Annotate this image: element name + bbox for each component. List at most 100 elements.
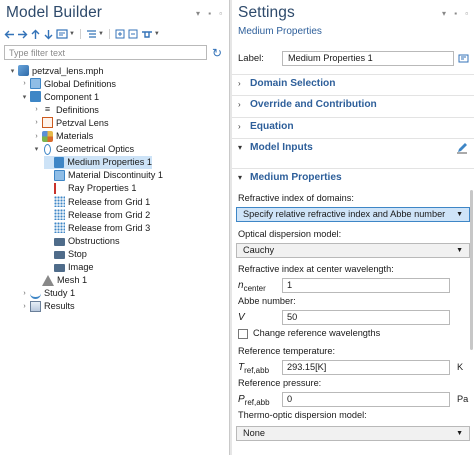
- tree-item[interactable]: Release from Grid 2: [44, 208, 150, 221]
- ref-pressure-caption: Reference pressure:: [238, 378, 322, 388]
- t-ref-unit: K: [457, 362, 464, 372]
- select-value: Specify relative refractive index and Ab…: [243, 209, 446, 219]
- label-field[interactable]: Medium Properties 1: [282, 51, 454, 66]
- tree-item-label: Results: [44, 301, 75, 312]
- tree-item-label: Materials: [56, 131, 94, 141]
- chevron-down-icon[interactable]: ▾: [20, 93, 29, 101]
- tree-item-label: Release from Grid 1: [68, 196, 151, 207]
- chevron-down-icon: ▾: [238, 173, 243, 182]
- n-center-input[interactable]: 1: [282, 278, 450, 293]
- model-builder-title: Model Builder: [6, 4, 103, 21]
- ref-temperature-caption: Reference temperature:: [238, 346, 336, 356]
- thermo-optic-caption: Thermo-optic dispersion model:: [238, 410, 367, 420]
- tree-item-label: petzval_lens.mph: [32, 65, 104, 76]
- geometrical-optics-icon: [44, 143, 51, 155]
- t-ref-input[interactable]: 293.15[K]: [282, 360, 450, 375]
- tree-item-label: Component 1: [44, 91, 100, 102]
- refractive-index-caption: Refractive index of domains:: [238, 193, 354, 203]
- tree-item[interactable]: › Materials: [32, 130, 93, 143]
- tree-item[interactable]: ▾ petzval_lens.mph: [8, 64, 104, 77]
- section-model-inputs[interactable]: ▾ Model Inputs: [232, 138, 474, 156]
- n-center-symbol: ncenter: [238, 280, 266, 293]
- tree-item-label: Geometrical Optics: [56, 144, 135, 155]
- settings-window-controls[interactable]: ▾ ▪ ▫: [442, 9, 471, 18]
- definitions-icon: ≡: [44, 104, 51, 115]
- chevron-right-icon[interactable]: ›: [20, 303, 29, 310]
- thermo-optic-select[interactable]: None ▼: [236, 426, 470, 441]
- tree-item[interactable]: › Petzval Lens: [32, 116, 109, 129]
- collapse-icon[interactable]: ▼: [86, 28, 104, 41]
- chevron-down-icon[interactable]: ▾: [32, 145, 41, 153]
- tree-item[interactable]: Image: [44, 261, 94, 274]
- section-title: Medium Properties: [250, 172, 342, 183]
- section-equation[interactable]: › Equation: [232, 117, 474, 135]
- expand-all-icon[interactable]: [115, 28, 126, 41]
- results-icon: [30, 300, 41, 312]
- section-title: Override and Contribution: [250, 99, 377, 110]
- abbe-input[interactable]: 50: [282, 310, 450, 325]
- show-icon[interactable]: ▼: [56, 28, 75, 41]
- release-grid-icon: [54, 196, 65, 207]
- tree-item[interactable]: Release from Grid 1: [44, 195, 150, 208]
- tree-filter-input[interactable]: Type filter text: [4, 45, 207, 60]
- tree-item[interactable]: Ray Properties 1: [44, 182, 136, 195]
- tree-item[interactable]: Stop: [44, 247, 87, 260]
- chevron-right-icon[interactable]: ›: [20, 290, 29, 297]
- section-override-contribution[interactable]: › Override and Contribution: [232, 95, 474, 113]
- medium-properties-icon: [53, 156, 65, 168]
- collapse-all-icon[interactable]: [128, 28, 139, 41]
- chevron-right-icon[interactable]: ›: [32, 133, 41, 140]
- chevron-right-icon[interactable]: ›: [32, 119, 41, 126]
- obstruction-icon: [54, 237, 65, 246]
- tree-item[interactable]: › ≡ Definitions: [32, 103, 99, 116]
- section-domain-selection[interactable]: › Domain Selection: [232, 74, 474, 92]
- tree-item-label: Release from Grid 2: [68, 209, 151, 220]
- back-arrow-icon[interactable]: [4, 28, 15, 41]
- dispersion-select[interactable]: Cauchy ▼: [236, 243, 470, 258]
- tree-item[interactable]: ▾ Component 1: [20, 90, 99, 103]
- chevron-right-icon[interactable]: ›: [32, 106, 41, 113]
- move-down-icon[interactable]: [43, 28, 54, 41]
- tree-item-label: Ray Properties 1: [68, 183, 137, 194]
- model-builder-panel: Model Builder ▾ ▪ ▫ ▼ ▼ ▼ Type filter te…: [0, 0, 230, 455]
- geometry-icon: [42, 117, 53, 129]
- select-value: None: [243, 428, 265, 438]
- ray-properties-icon: [54, 182, 65, 194]
- tree-item[interactable]: › Study 1: [20, 287, 75, 300]
- tree-item[interactable]: ▾ Geometrical Optics: [32, 143, 134, 156]
- refractive-index-select[interactable]: Specify relative refractive index and Ab…: [236, 207, 470, 222]
- settings-scrollbar[interactable]: [470, 190, 473, 350]
- section-medium-properties[interactable]: ▾ Medium Properties: [232, 168, 474, 186]
- tree-item-label: Definitions: [56, 104, 99, 115]
- label-row: Label: Medium Properties 1: [238, 51, 469, 66]
- tree-item-label: Release from Grid 3: [68, 222, 151, 233]
- p-ref-unit: Pa: [457, 394, 469, 404]
- p-ref-input[interactable]: 0: [282, 392, 450, 407]
- edit-icon[interactable]: [456, 142, 468, 157]
- tree-item-label: Global Definitions: [44, 78, 117, 89]
- tree-item[interactable]: Mesh 1: [32, 274, 87, 287]
- tree-item[interactable]: Material Discontinuity 1: [44, 169, 163, 182]
- abbe-caption: Abbe number:: [238, 296, 296, 306]
- move-up-icon[interactable]: [30, 28, 41, 41]
- pin-icon[interactable]: ▼: [141, 28, 160, 41]
- chevron-right-icon[interactable]: ›: [20, 80, 29, 87]
- forward-arrow-icon[interactable]: [17, 28, 28, 41]
- chevron-down-icon: ▾: [238, 143, 243, 152]
- change-ref-wavelengths-checkbox[interactable]: [238, 329, 248, 339]
- tree-item[interactable]: › Results: [20, 300, 75, 313]
- tree-item[interactable]: › Global Definitions: [20, 77, 116, 90]
- tree-item-label: Stop: [68, 248, 87, 259]
- tree-item[interactable]: Release from Grid 3: [44, 221, 150, 234]
- rename-icon[interactable]: [458, 53, 469, 64]
- tree-item[interactable]: Medium Properties 1: [44, 155, 152, 169]
- center-wavelength-caption: Refractive index at center wavelength:: [238, 264, 394, 274]
- refresh-filter-icon[interactable]: ↻: [212, 46, 222, 60]
- select-value: Cauchy: [243, 245, 275, 255]
- file-icon: [18, 65, 29, 76]
- window-controls[interactable]: ▾ ▪ ▫: [196, 9, 225, 18]
- chevron-down-icon[interactable]: ▾: [8, 67, 17, 75]
- tree-item[interactable]: Obstructions: [44, 234, 120, 247]
- chevron-down-icon: ▼: [456, 430, 463, 437]
- tree-item-label: Petzval Lens: [56, 117, 109, 128]
